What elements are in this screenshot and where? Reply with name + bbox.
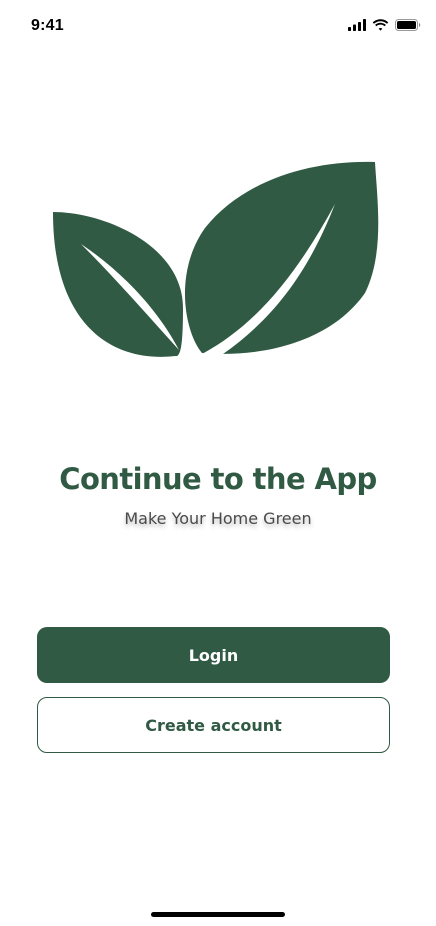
login-button-label: Login xyxy=(188,645,239,665)
create-account-button[interactable]: Create account xyxy=(37,697,390,753)
battery-icon xyxy=(395,19,421,31)
status-icons xyxy=(348,19,421,31)
home-indicator[interactable] xyxy=(151,912,285,917)
status-bar: 9:41 xyxy=(0,0,436,54)
page-title: Continue to the App xyxy=(59,462,377,496)
status-time: 9:41 xyxy=(31,17,64,34)
leaf-logo xyxy=(45,158,385,368)
wifi-icon xyxy=(372,19,389,31)
cellular-signal-icon xyxy=(348,19,366,31)
page-subtitle: Make Your Home Green xyxy=(124,509,312,528)
create-account-button-label: Create account xyxy=(145,715,282,735)
login-button[interactable]: Login xyxy=(37,627,390,683)
